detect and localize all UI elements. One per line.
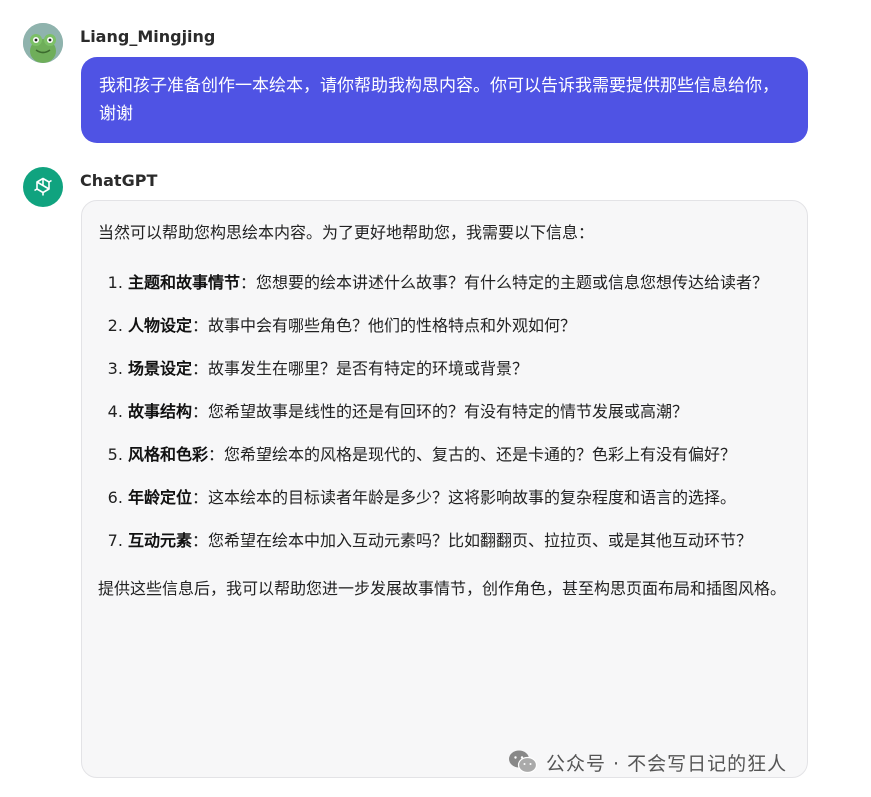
user-name: Liang_Mingjing xyxy=(80,27,216,46)
list-item: 故事结构：您希望故事是线性的还是有回环的？有没有特定的情节发展或高潮？ xyxy=(128,398,789,426)
watermark: 公众号 · 不会写日记的狂人 xyxy=(508,747,787,777)
list-item: 互动元素：您希望在绘本中加入互动元素吗？比如翻翻页、拉拉页、或是其他互动环节？ xyxy=(128,527,789,555)
item-title: 年龄定位 xyxy=(128,488,193,507)
wechat-icon xyxy=(509,750,538,774)
assistant-name: ChatGPT xyxy=(80,171,158,190)
assistant-avatar xyxy=(23,167,63,207)
item-title: 人物设定 xyxy=(128,316,193,335)
list-item: 主题和故事情节：您想要的绘本讲述什么故事？有什么特定的主题或信息您想传达给读者？ xyxy=(128,269,789,297)
user-message-bubble: 我和孩子准备创作一本绘本，请你帮助我构思内容。你可以告诉我需要提供那些信息给你，… xyxy=(81,57,808,143)
item-text: ：您希望绘本的风格是现代的、复古的、还是卡通的？色彩上有没有偏好？ xyxy=(208,445,737,464)
user-avatar xyxy=(23,23,63,63)
item-text: ：故事发生在哪里？是否有特定的环境或背景？ xyxy=(192,359,529,378)
assistant-intro: 当然可以帮助您构思绘本内容。为了更好地帮助您，我需要以下信息： xyxy=(98,223,595,242)
item-title: 风格和色彩 xyxy=(128,445,209,464)
item-title: 场景设定 xyxy=(128,359,193,378)
item-text: ：这本绘本的目标读者年龄是多少？这将影响故事的复杂程度和语言的选择。 xyxy=(192,488,737,507)
item-title: 故事结构 xyxy=(128,402,193,421)
openai-logo-icon xyxy=(34,177,52,196)
item-title: 互动元素 xyxy=(128,531,193,550)
frog-avatar-icon xyxy=(23,23,63,63)
list-item: 风格和色彩：您希望绘本的风格是现代的、复古的、还是卡通的？色彩上有没有偏好？ xyxy=(128,441,789,469)
item-title: 主题和故事情节 xyxy=(128,273,241,292)
list-item: 年龄定位：这本绘本的目标读者年龄是多少？这将影响故事的复杂程度和语言的选择。 xyxy=(128,484,789,512)
info-list: 主题和故事情节：您想要的绘本讲述什么故事？有什么特定的主题或信息您想传达给读者？… xyxy=(98,269,789,555)
item-text: ：您希望故事是线性的还是有回环的？有没有特定的情节发展或高潮？ xyxy=(192,402,689,421)
list-item: 场景设定：故事发生在哪里？是否有特定的环境或背景？ xyxy=(128,355,789,383)
list-item: 人物设定：故事中会有哪些角色？他们的性格特点和外观如何？ xyxy=(128,312,789,340)
item-text: ：故事中会有哪些角色？他们的性格特点和外观如何？ xyxy=(192,316,577,335)
item-text: ：您想要的绘本讲述什么故事？有什么特定的主题或信息您想传达给读者？ xyxy=(240,273,769,292)
item-text: ：您希望在绘本中加入互动元素吗？比如翻翻页、拉拉页、或是其他互动环节？ xyxy=(192,531,753,550)
assistant-outro: 提供这些信息后，我可以帮助您进一步发展故事情节，创作角色，甚至构思页面布局和插图… xyxy=(98,579,787,598)
assistant-message-bubble: 当然可以帮助您构思绘本内容。为了更好地帮助您，我需要以下信息： 主题和故事情节：… xyxy=(81,200,808,778)
watermark-text: 公众号 · 不会写日记的狂人 xyxy=(546,752,788,775)
